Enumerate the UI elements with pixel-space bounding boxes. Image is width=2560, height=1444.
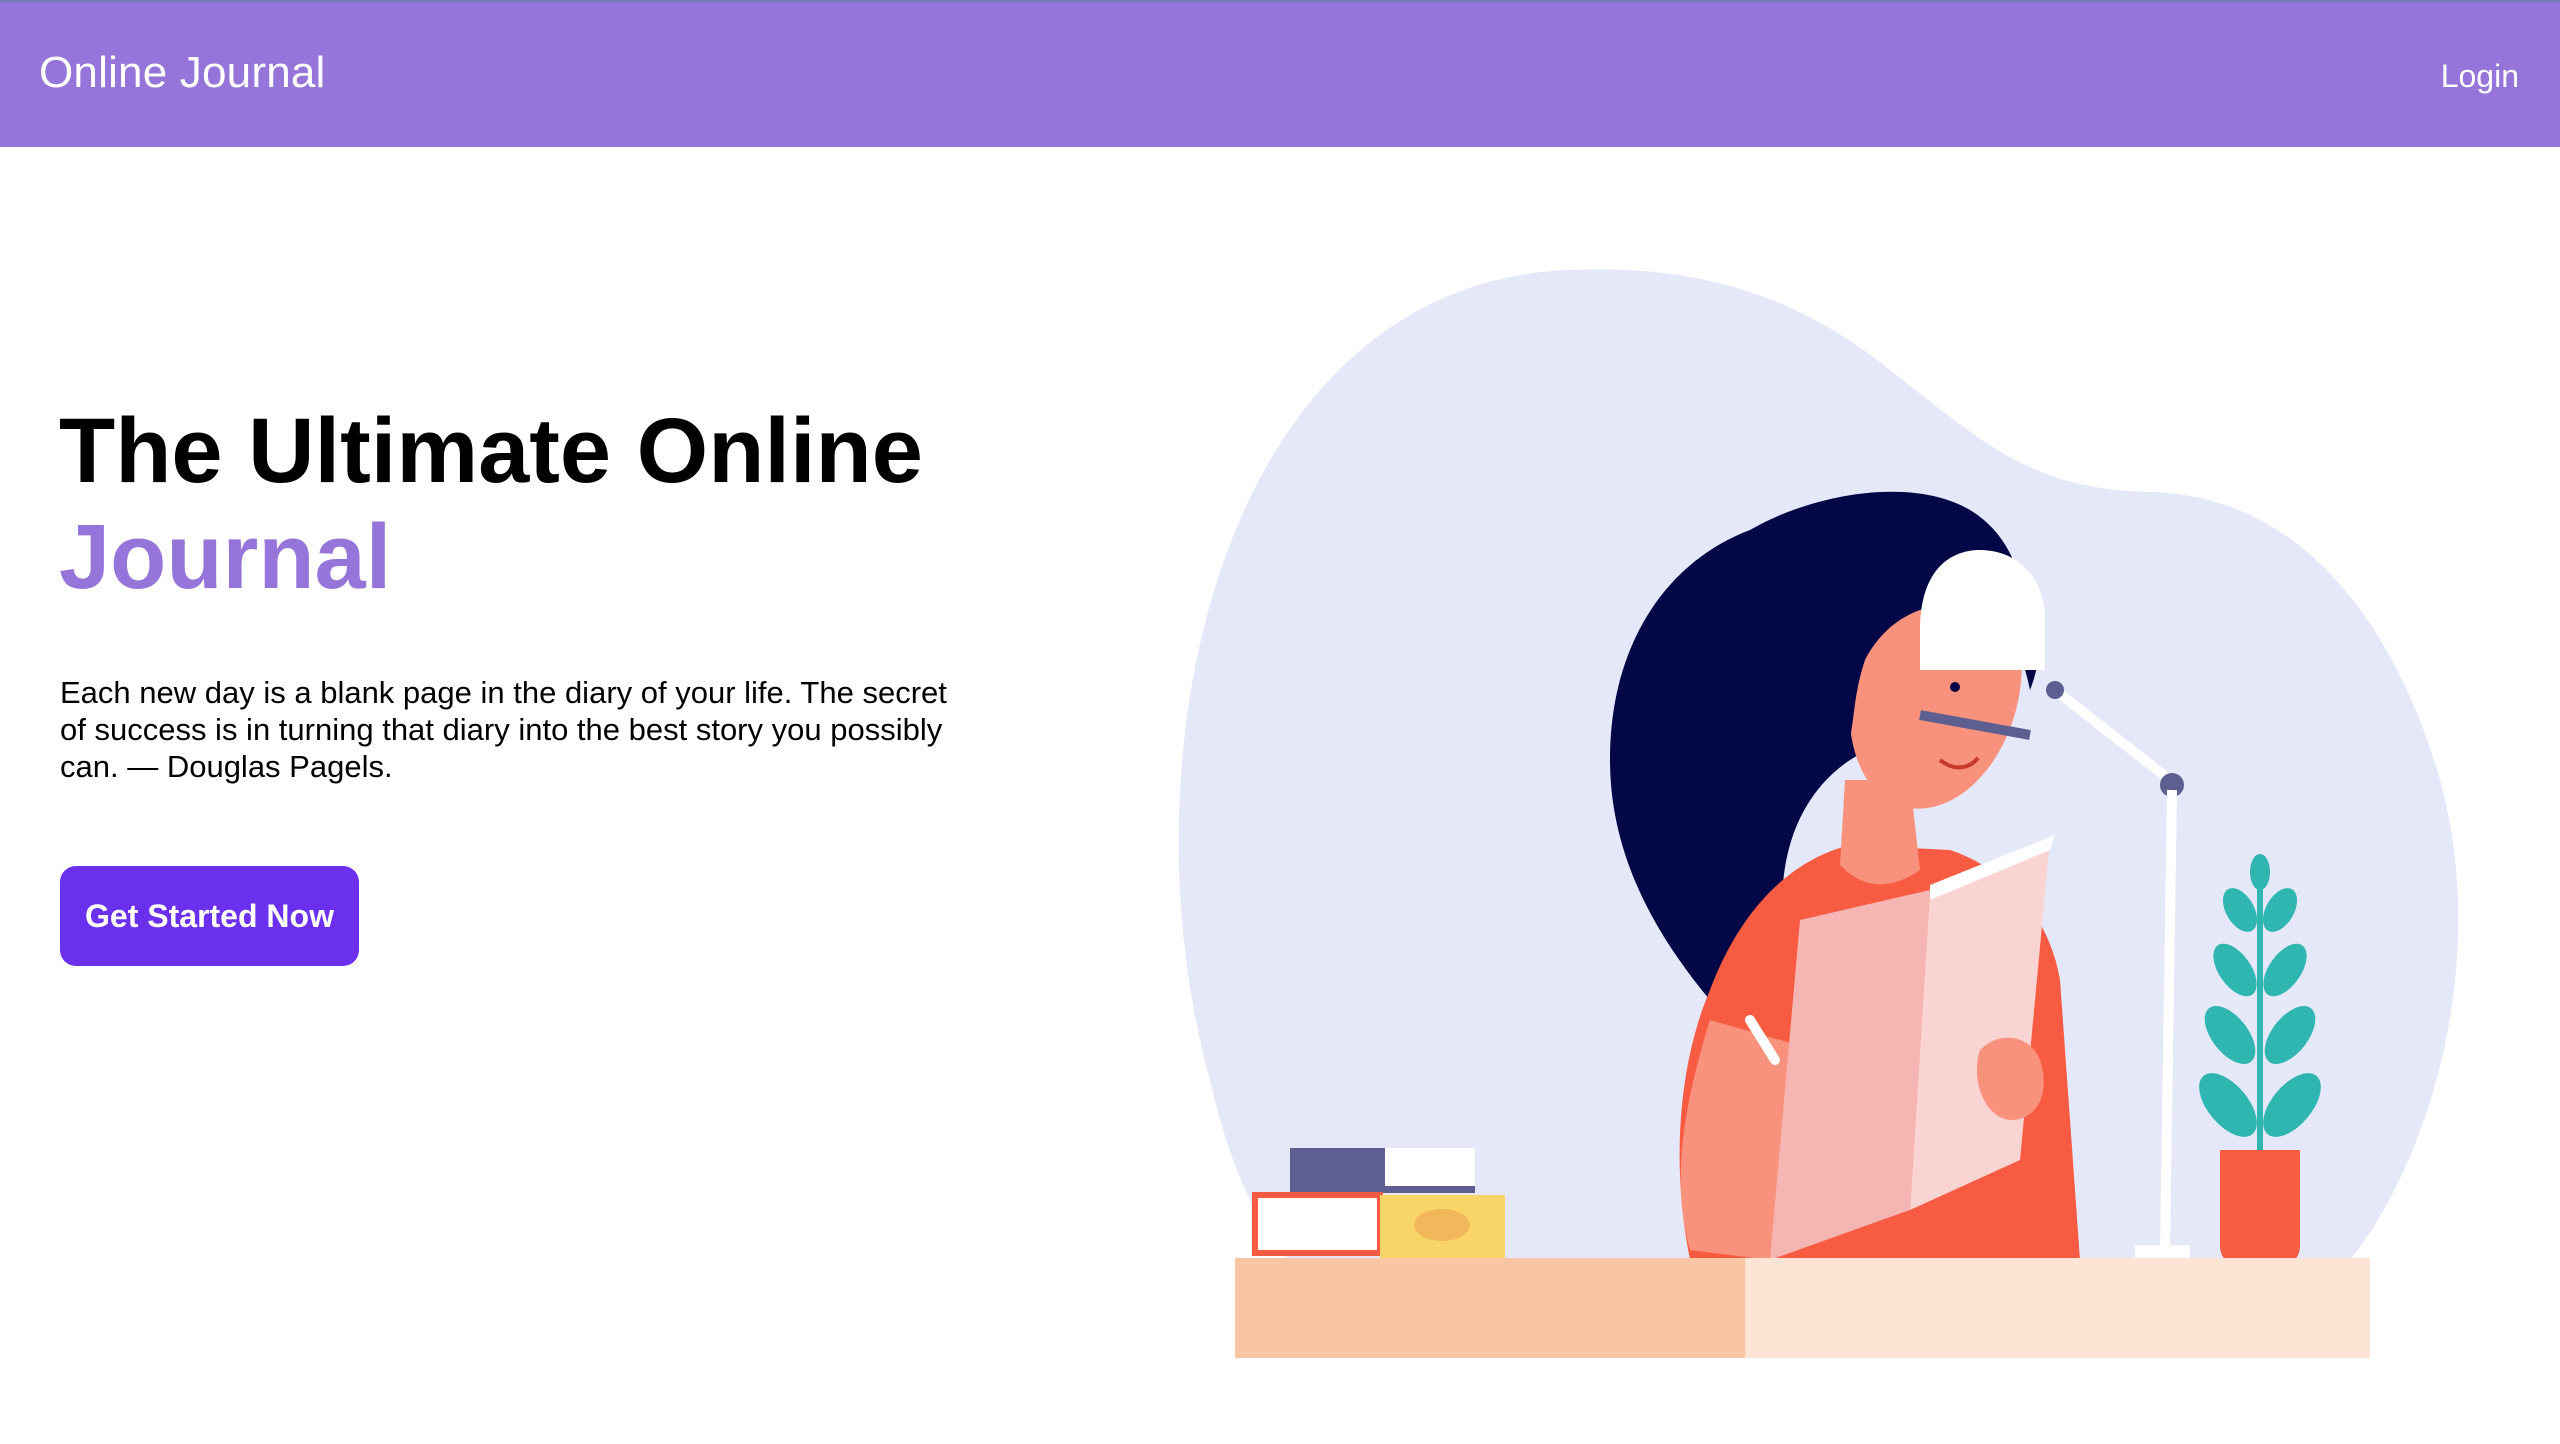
eye [1950,682,1960,692]
book-stack-top-pages [1385,1148,1475,1186]
woman-reading-journal-illustration [1178,269,2459,1358]
lamp-stand [2160,789,2177,1251]
book-yellow-emblem [1414,1209,1470,1241]
brand-link[interactable]: Online Journal [39,48,326,98]
desk-right [1745,1258,2370,1358]
top-navbar: Online Journal Login [0,0,2560,147]
book-stack-white [1252,1192,1383,1256]
get-started-button[interactable]: Get Started Now [60,866,359,966]
desk-left [1235,1258,1745,1358]
hero-title-accent: Journal [59,506,392,608]
login-link[interactable]: Login [2441,58,2519,95]
plant-pot [2220,1150,2300,1265]
lamp-joint-top [2046,681,2064,699]
hero-title-line1: The Ultimate Online [59,400,923,502]
hero-title: The Ultimate Online Journal [59,398,923,610]
hero-quote: Each new day is a blank page in the diar… [60,675,947,784]
